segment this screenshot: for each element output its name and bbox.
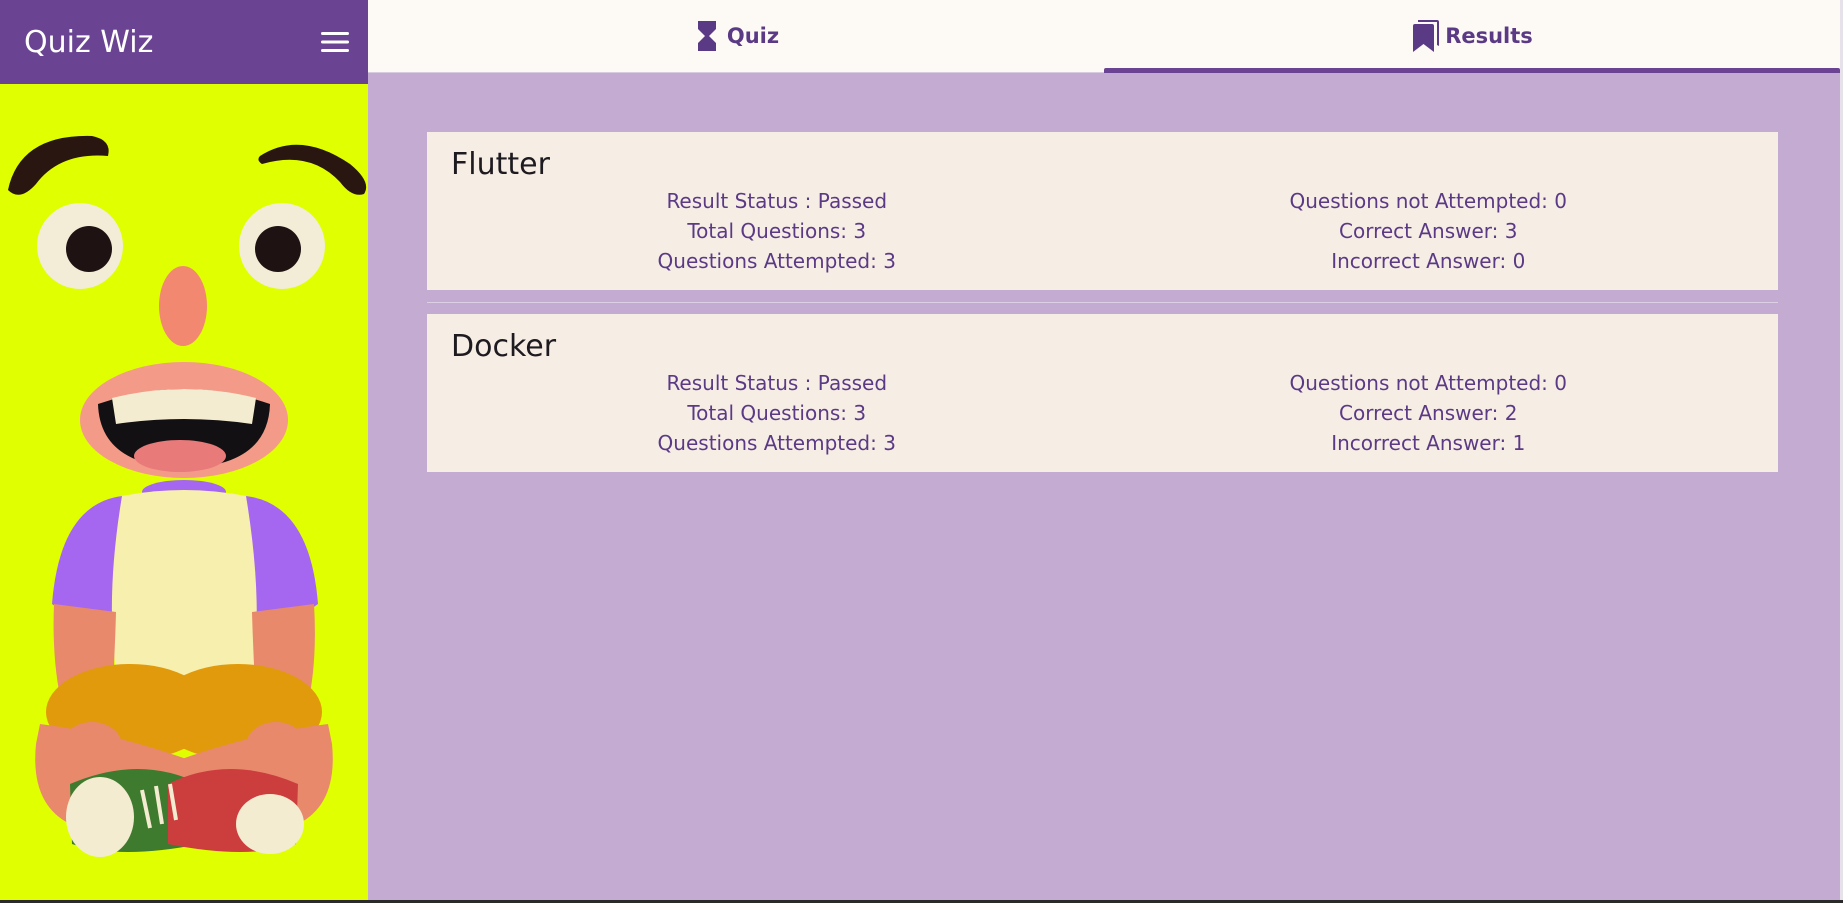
results-list: Flutter Result Status : Passed Total Que… [427,132,1778,472]
tab-bar: Quiz Results [368,0,1840,73]
tab-results[interactable]: Results [1104,0,1840,73]
app-header: Quiz Wiz [0,0,368,84]
tab-quiz-label: Quiz [726,24,780,48]
result-title: Flutter [451,147,550,182]
correct-answer: Correct Answer: 2 [1339,401,1518,425]
result-right-column: Questions not Attempted: 0 Correct Answe… [1103,368,1755,458]
sidebar: Quiz Wiz [0,0,368,900]
questions-attempted: Questions Attempted: 3 [657,249,896,273]
tab-indicator [1104,68,1840,73]
total-questions: Total Questions: 3 [687,401,867,425]
result-title: Docker [451,329,557,364]
result-card: Docker Result Status : Passed Total Ques… [427,314,1778,472]
correct-answer: Correct Answer: 3 [1339,219,1518,243]
menu-button[interactable] [318,25,352,59]
questions-not-attempted: Questions not Attempted: 0 [1289,371,1568,395]
result-divider [427,302,1778,303]
questions-attempted: Questions Attempted: 3 [657,431,896,455]
result-right-column: Questions not Attempted: 0 Correct Answe… [1103,186,1755,276]
main-content: Quiz Results Flutter Result Status : Pas… [368,0,1843,900]
result-left-column: Result Status : Passed Total Questions: … [451,368,1103,458]
incorrect-answer: Incorrect Answer: 0 [1331,249,1526,273]
result-status: Result Status : Passed [666,189,888,213]
app-title: Quiz Wiz [24,24,154,60]
mascot-illustration [8,135,367,857]
tab-quiz[interactable]: Quiz [368,0,1104,72]
total-questions: Total Questions: 3 [687,219,867,243]
bookmarks-icon [1411,20,1440,52]
hourglass-icon [693,20,721,52]
tab-results-label: Results [1445,24,1533,48]
incorrect-answer: Incorrect Answer: 1 [1331,431,1526,455]
questions-not-attempted: Questions not Attempted: 0 [1289,189,1568,213]
result-status: Result Status : Passed [666,371,888,395]
result-card: Flutter Result Status : Passed Total Que… [427,132,1778,290]
hamburger-menu-icon [321,32,349,52]
result-left-column: Result Status : Passed Total Questions: … [451,186,1103,276]
